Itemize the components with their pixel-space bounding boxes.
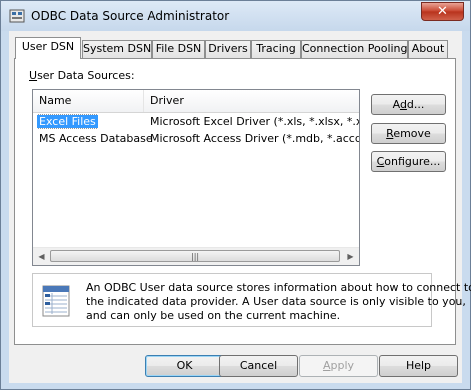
info-text: An ODBC User data source stores informat… (86, 281, 471, 323)
user-dsn-panel: User Data Sources: Name Driver Excel Fil… (14, 58, 471, 345)
tab-about[interactable]: About (408, 40, 448, 58)
help-button[interactable]: Help (379, 355, 458, 377)
window-title: ODBC Data Source Administrator (31, 9, 230, 23)
list-item[interactable]: MS Access Database Microsoft Access Driv… (33, 130, 359, 147)
horizontal-scrollbar[interactable]: ◀ ||| ▶ (33, 247, 359, 265)
info-line: and can only be used on the current mach… (86, 309, 341, 322)
remove-button[interactable]: Remove (371, 123, 446, 144)
info-box: An ODBC User data source stores informat… (32, 273, 471, 327)
configure-button[interactable]: Configure... (371, 151, 446, 172)
tab-drivers[interactable]: Drivers (205, 40, 251, 58)
list-item[interactable]: Excel Files Microsoft Excel Driver (*.xl… (33, 113, 359, 130)
data-sources-list[interactable]: Name Driver Excel Files Microsoft Excel … (32, 89, 360, 266)
apply-button[interactable]: Apply (299, 355, 378, 377)
column-header-driver[interactable]: Driver (144, 90, 359, 112)
list-item-name: MS Access Database (39, 132, 153, 145)
tab-system-dsn[interactable]: System DSN (82, 40, 152, 58)
tab-connection-pooling[interactable]: Connection Pooling (301, 40, 408, 58)
tab-user-dsn[interactable]: User DSN (15, 37, 81, 59)
scroll-thumb[interactable]: ||| (50, 250, 340, 262)
grip-icon: ||| (191, 252, 200, 261)
list-item-driver: Microsoft Access Driver (*.mdb, *.accdb) (150, 132, 359, 145)
dialog-body: User DSN System DSN File DSN Drivers Tra… (9, 31, 471, 383)
title-bar[interactable]: ODBC Data Source Administrator ✕ (1, 1, 470, 31)
close-icon: ✕ (437, 4, 448, 19)
scroll-left-arrow-icon[interactable]: ◀ (33, 248, 50, 265)
cancel-button[interactable]: Cancel (219, 355, 298, 377)
user-data-sources-label: User Data Sources: (29, 69, 135, 82)
tab-file-dsn[interactable]: File DSN (152, 40, 205, 58)
tab-tracing[interactable]: Tracing (251, 40, 301, 58)
selected-item-name: Excel Files (37, 114, 98, 129)
list-item-driver: Microsoft Excel Driver (*.xls, *.xlsx, *… (150, 115, 359, 128)
odbc-app-icon (9, 9, 25, 23)
info-line: An ODBC User data source stores informat… (86, 281, 471, 294)
list-header: Name Driver (33, 90, 359, 113)
column-header-name[interactable]: Name (33, 90, 143, 112)
info-line: the indicated data provider. A User data… (86, 295, 466, 308)
odbc-window: ODBC Data Source Administrator ✕ User DS… (0, 0, 471, 390)
list-item-name: Excel Files (37, 113, 98, 130)
close-button[interactable]: ✕ (421, 2, 464, 21)
add-button[interactable]: Add... (371, 94, 446, 115)
database-table-icon (42, 285, 70, 317)
ok-button[interactable]: OK (145, 355, 224, 377)
scroll-right-arrow-icon[interactable]: ▶ (342, 248, 359, 265)
